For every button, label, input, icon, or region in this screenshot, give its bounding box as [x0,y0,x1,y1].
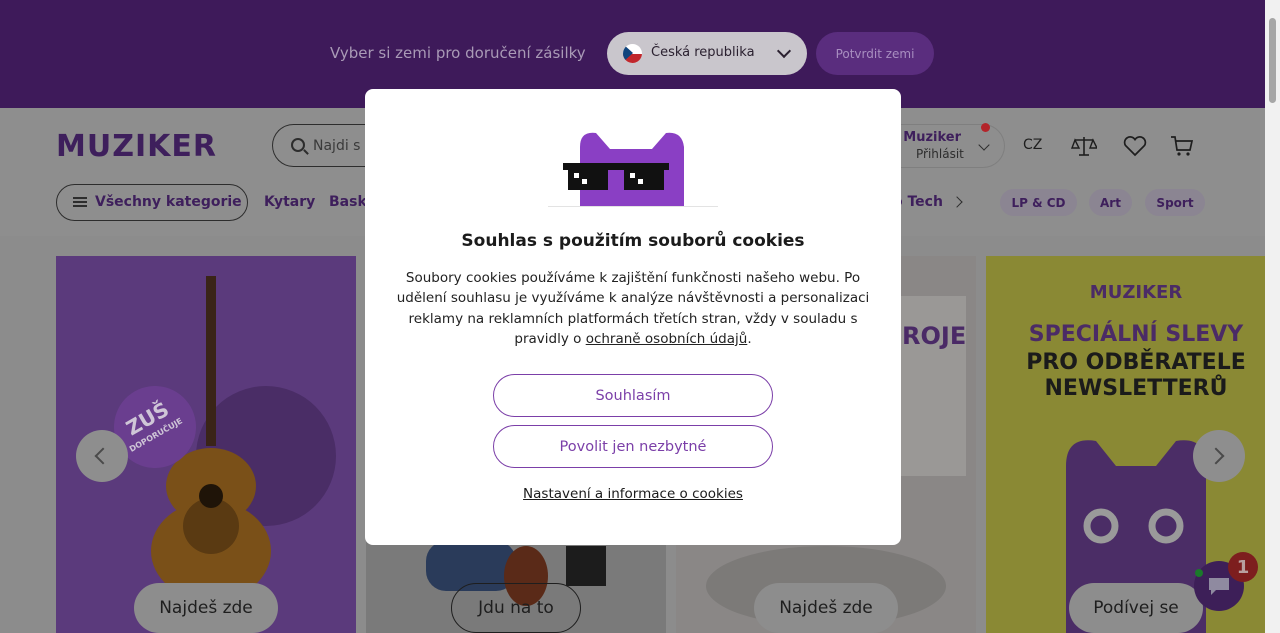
cookie-settings-link[interactable]: Nastavení a informace o cookies [365,486,901,502]
compare-icon[interactable] [1071,134,1097,158]
banner-button[interactable]: Najdeš zde [134,583,278,633]
chevron-down-icon [978,139,990,151]
necessary-only-button[interactable]: Povolit jen nezbytné [493,425,773,468]
nav-link-guitars[interactable]: Kytary [264,194,315,210]
carousel-next-button[interactable] [1193,430,1245,482]
search-placeholder: Najdi s [313,138,361,154]
search-icon [291,138,305,152]
nav-pill-art[interactable]: Art [1089,189,1132,216]
accept-cookies-button[interactable]: Souhlasím [493,374,773,417]
banner-line-3: NEWSLETTERŮ [1044,376,1228,401]
scrollbar-thumb[interactable] [1269,18,1276,103]
country-select[interactable]: Česká republika [607,32,807,75]
all-categories-button[interactable]: Všechny kategorie [56,184,248,221]
country-prompt: Vyber si zemi pro doručení zásilky [330,44,586,62]
privacy-policy-link[interactable]: ochraně osobních údajů [586,331,748,347]
nav-pill-lp-cd[interactable]: LP & CD [1000,189,1077,216]
chat-icon [1209,578,1229,595]
menu-icon [73,197,87,207]
dialog-title: Souhlas s použitím souborů cookies [461,231,805,251]
czech-flag-icon [623,44,642,63]
carousel-prev-button[interactable] [76,430,128,482]
cart-icon[interactable] [1169,134,1195,158]
nav-pill-sport[interactable]: Sport [1145,189,1205,216]
chat-badge: 1 [1228,552,1258,582]
heart-icon[interactable] [1122,134,1148,158]
logo[interactable]: MUZIKER [56,129,217,164]
scrollbar[interactable] [1265,0,1280,633]
notification-dot [981,123,990,132]
banner-button[interactable]: Najdeš zde [754,583,898,633]
dialog-description: Soubory cookies používáme k zajištění fu… [396,270,870,347]
confirm-country-button[interactable]: Potvrdit zemi [816,32,934,75]
country-name: Česká republika [651,45,755,60]
chevron-right-icon [1207,447,1225,465]
banner-line-1: SPECIÁLNÍ SLEVY [1028,322,1244,347]
banner-button[interactable]: Podívej se [1069,583,1203,633]
chevron-down-icon [776,43,792,59]
cookie-consent-dialog: Souhlas s použitím souborů cookies Soubo… [365,89,901,545]
banner-line-2: PRO ODBĚRATELE [1026,350,1246,375]
login-label: Přihlásit [916,147,964,161]
all-categories-label: Všechny kategorie [95,194,242,210]
online-indicator [1195,569,1203,577]
mascot-sunglasses-icon [548,132,718,207]
chevron-left-icon [94,447,112,465]
nav-link-bass[interactable]: Bask [329,194,367,210]
banner-button[interactable]: Jdu na to [451,583,581,633]
banner-brand: MUZIKER [1089,282,1183,303]
banner-heading: ROJE [902,322,967,350]
language-switch[interactable]: CZ [1023,137,1042,153]
